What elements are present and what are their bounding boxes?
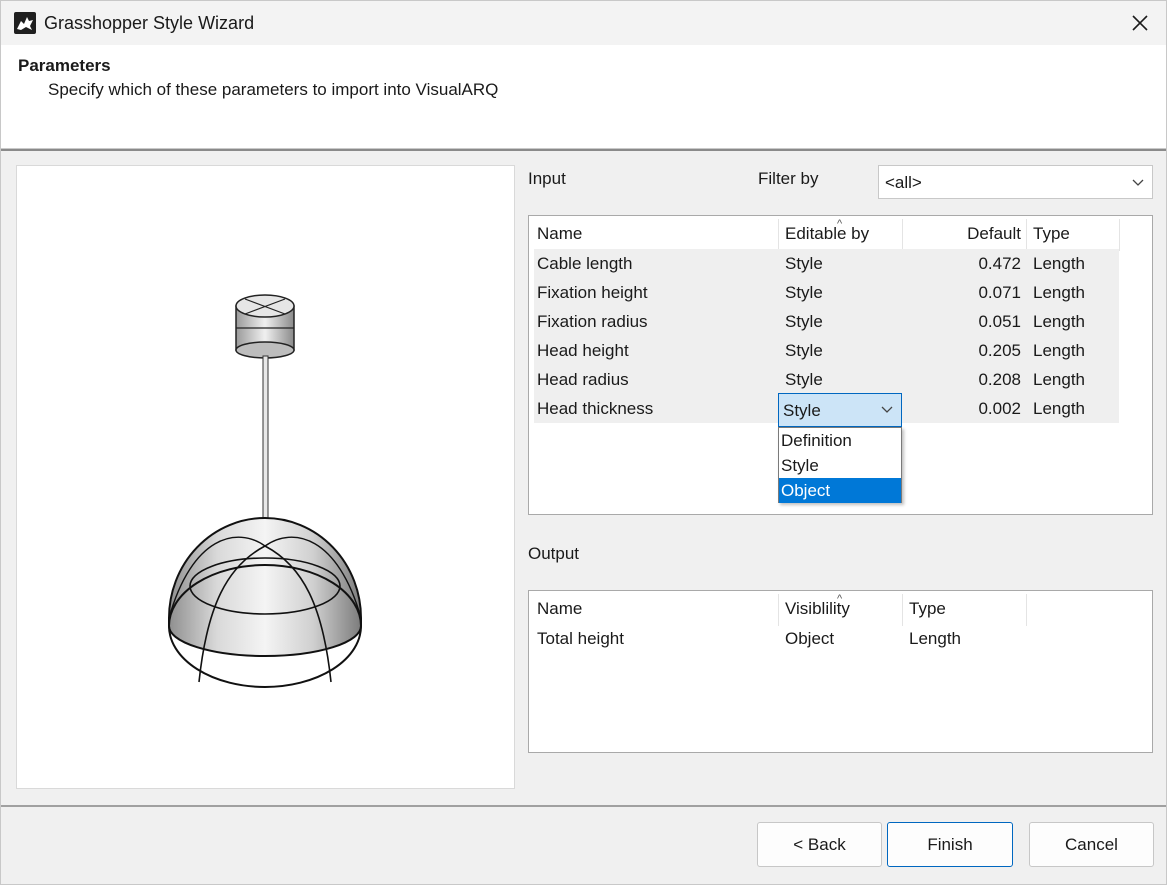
preview-pane bbox=[16, 165, 515, 789]
table-row[interactable]: Head radius Style 0.208 Length bbox=[534, 365, 1119, 394]
input-section-label: Input bbox=[528, 169, 566, 188]
param-default[interactable]: 0.472 bbox=[908, 249, 1021, 278]
chevron-down-icon bbox=[881, 406, 893, 413]
param-editable-by[interactable]: Style bbox=[785, 365, 823, 394]
option-definition[interactable]: Definition bbox=[779, 428, 901, 453]
wizard-header: Parameters Specify which of these parame… bbox=[1, 45, 1166, 149]
table-row[interactable]: Fixation radius Style 0.051 Length bbox=[534, 307, 1119, 336]
input-grid-header: Name Editable by ^ Default Type bbox=[534, 218, 1120, 251]
output-parameters-grid: Name Visiblility ^ Type Total height Obj… bbox=[528, 590, 1153, 753]
column-separator bbox=[1026, 219, 1027, 251]
param-name: Cable length bbox=[537, 254, 633, 273]
table-row[interactable]: Fixation height Style 0.071 Length bbox=[534, 278, 1119, 307]
sort-caret-icon: ^ bbox=[837, 593, 843, 605]
table-row[interactable]: Head height Style 0.205 Length bbox=[534, 336, 1119, 365]
page-title: Parameters bbox=[18, 56, 111, 75]
option-object[interactable]: Object bbox=[779, 478, 901, 503]
column-header-name[interactable]: Name bbox=[537, 594, 777, 623]
param-type: Length bbox=[1033, 370, 1085, 389]
option-style[interactable]: Style bbox=[779, 453, 901, 478]
column-header-type[interactable]: Type bbox=[1033, 219, 1113, 248]
output-grid-header: Name Visiblility ^ Type bbox=[534, 593, 1029, 626]
param-default[interactable]: 0.208 bbox=[908, 365, 1021, 394]
output-type: Length bbox=[909, 629, 961, 648]
chevron-down-icon bbox=[1132, 179, 1144, 186]
param-editable-by[interactable]: Style bbox=[785, 278, 823, 307]
param-default[interactable]: 0.071 bbox=[908, 278, 1021, 307]
table-row[interactable]: Cable length Style 0.472 Length bbox=[534, 249, 1119, 278]
param-default[interactable]: 0.205 bbox=[908, 336, 1021, 365]
column-separator bbox=[1119, 219, 1120, 251]
table-row[interactable]: Total height Object Length bbox=[534, 624, 1029, 653]
param-name: Fixation height bbox=[537, 283, 648, 302]
column-separator bbox=[902, 219, 903, 251]
window-title: Grasshopper Style Wizard bbox=[44, 13, 255, 33]
wizard-window: Grasshopper Style Wizard Parameters Spec… bbox=[0, 0, 1167, 885]
column-separator bbox=[778, 219, 779, 251]
param-editable-by[interactable]: Style bbox=[785, 307, 823, 336]
header-divider bbox=[1, 149, 1166, 151]
input-parameters-grid: Name Editable by ^ Default Type Cable le… bbox=[528, 215, 1153, 515]
column-separator bbox=[902, 594, 903, 626]
close-button[interactable] bbox=[1114, 1, 1166, 45]
param-type: Length bbox=[1033, 341, 1085, 360]
column-header-editable-by[interactable]: Editable by bbox=[785, 219, 900, 248]
editable-by-current-value: Style bbox=[783, 401, 821, 420]
column-header-visibility[interactable]: Visiblility bbox=[785, 594, 900, 623]
output-name: Total height bbox=[537, 629, 624, 648]
lamp-preview-image bbox=[168, 294, 362, 688]
param-name: Head height bbox=[537, 341, 629, 360]
cancel-button[interactable]: Cancel bbox=[1029, 822, 1154, 867]
filter-label: Filter by bbox=[758, 169, 819, 188]
output-visibility[interactable]: Object bbox=[785, 624, 834, 653]
column-header-type[interactable]: Type bbox=[909, 594, 1019, 623]
param-name: Head thickness bbox=[537, 399, 654, 418]
editable-by-dropdown[interactable]: Style bbox=[778, 393, 902, 427]
column-header-default[interactable]: Default bbox=[908, 219, 1021, 248]
param-default[interactable]: 0.002 bbox=[908, 394, 1021, 423]
back-button[interactable]: < Back bbox=[757, 822, 882, 867]
param-default[interactable]: 0.051 bbox=[908, 307, 1021, 336]
column-separator bbox=[778, 594, 779, 626]
output-section-label: Output bbox=[528, 544, 580, 563]
sort-caret-icon: ^ bbox=[837, 218, 843, 230]
param-type: Length bbox=[1033, 399, 1085, 418]
footer-divider bbox=[1, 805, 1166, 807]
param-editable-by[interactable]: Style bbox=[785, 249, 823, 278]
finish-button[interactable]: Finish bbox=[887, 822, 1013, 867]
close-icon bbox=[1132, 15, 1148, 31]
param-type: Length bbox=[1033, 283, 1085, 302]
param-name: Head radius bbox=[537, 370, 629, 389]
filter-value: <all> bbox=[885, 173, 922, 192]
column-header-name[interactable]: Name bbox=[537, 219, 777, 248]
title-bar: Grasshopper Style Wizard bbox=[1, 1, 1166, 45]
rhino-icon bbox=[14, 12, 36, 34]
filter-dropdown[interactable]: <all> bbox=[878, 165, 1153, 199]
param-editable-by[interactable]: Style bbox=[785, 336, 823, 365]
column-separator bbox=[1026, 594, 1027, 626]
param-name: Fixation radius bbox=[537, 312, 648, 331]
page-subtitle: Specify which of these parameters to imp… bbox=[48, 80, 499, 99]
param-type: Length bbox=[1033, 254, 1085, 273]
editable-by-options-list: Definition Style Object bbox=[778, 427, 902, 503]
param-type: Length bbox=[1033, 312, 1085, 331]
